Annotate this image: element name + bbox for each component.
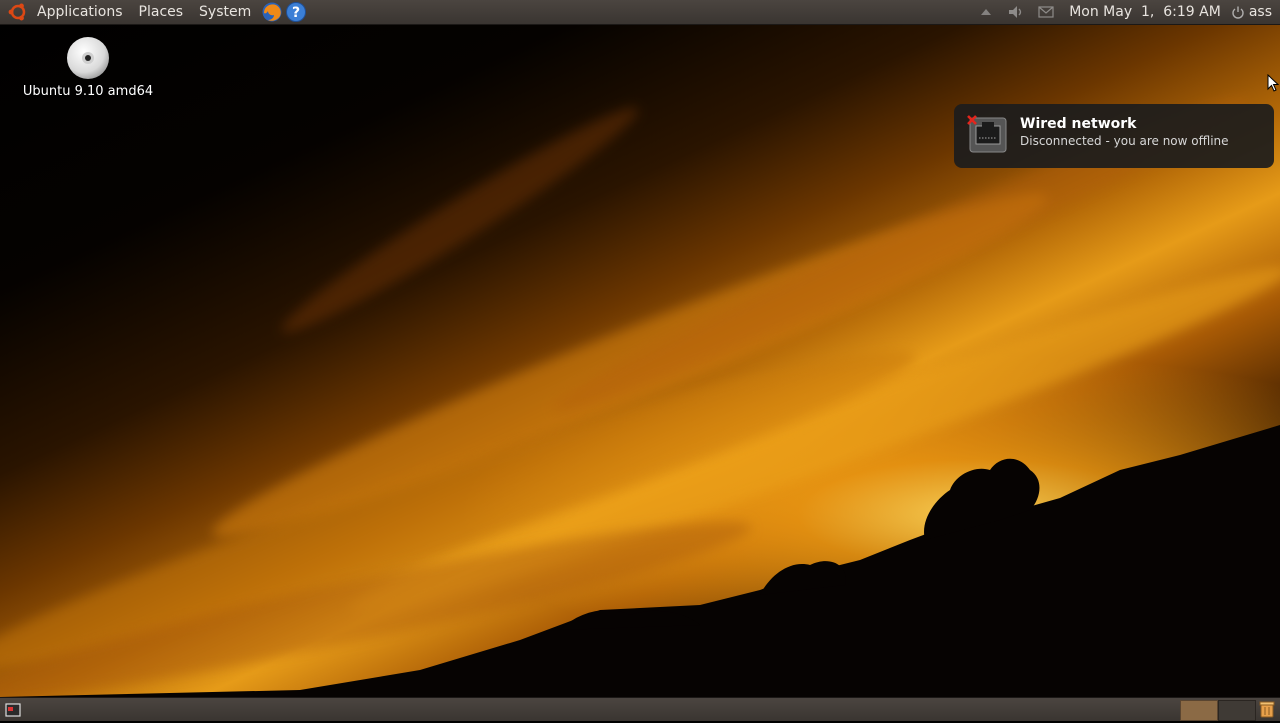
notification-title: Wired network xyxy=(1020,116,1137,132)
mail-icon[interactable] xyxy=(1037,3,1055,21)
workspace-switcher-1[interactable] xyxy=(1180,700,1218,721)
menu-places[interactable]: Places xyxy=(131,0,192,24)
cd-icon xyxy=(67,37,109,79)
menu-applications[interactable]: Applications xyxy=(29,0,131,24)
menu-system[interactable]: System xyxy=(191,0,259,24)
trash-icon[interactable] xyxy=(1257,699,1277,719)
mouse-pointer-icon xyxy=(1267,74,1279,92)
power-icon xyxy=(1232,6,1244,19)
system-tray: Mon May 1, 6:19 AM ass xyxy=(971,0,1280,24)
user-name: ass xyxy=(1248,4,1272,20)
clock[interactable]: Mon May 1, 6:19 AM xyxy=(1069,4,1221,20)
user-session-button[interactable]: ass xyxy=(1231,4,1272,20)
wired-network-disconnected-icon xyxy=(967,115,1007,153)
help-icon[interactable]: ? xyxy=(285,1,307,23)
firefox-icon[interactable] xyxy=(261,1,283,23)
workspace-switcher-2[interactable] xyxy=(1218,700,1256,721)
desktop-icon-label: Ubuntu 9.10 amd64 xyxy=(22,84,154,99)
top-panel: Applications Places System ? Mon May 1, … xyxy=(0,0,1280,25)
show-desktop-icon[interactable] xyxy=(4,701,22,719)
svg-text:?: ? xyxy=(292,5,300,21)
notification-body: Disconnected - you are now offline xyxy=(1020,134,1229,148)
ubuntu-logo-icon[interactable] xyxy=(8,2,28,22)
desktop-icon-cd[interactable]: Ubuntu 9.10 amd64 xyxy=(18,36,158,99)
volume-icon[interactable] xyxy=(1007,3,1025,21)
network-icon[interactable] xyxy=(977,3,995,21)
bottom-panel xyxy=(0,697,1280,721)
notification-bubble: Wired network Disconnected - you are now… xyxy=(954,104,1274,168)
